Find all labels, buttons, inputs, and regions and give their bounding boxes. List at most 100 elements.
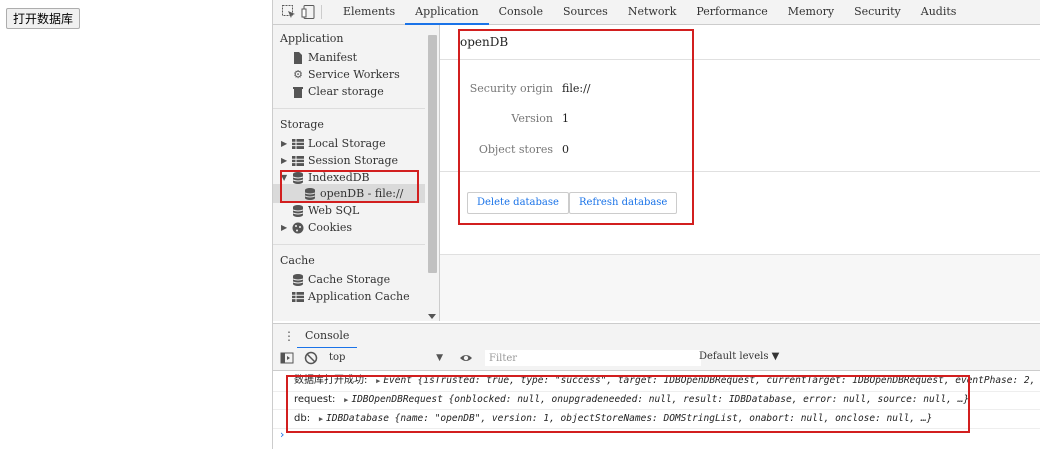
devtools-panel: Elements Application Console Sources Net… xyxy=(272,0,1040,449)
application-sidebar: Application Manifest ⚙ Service Workers C… xyxy=(273,25,440,321)
object-stores-value: 0 xyxy=(562,143,569,156)
delete-database-button[interactable]: Delete database xyxy=(467,192,569,214)
sidebar-item-label: Manifest xyxy=(308,51,358,64)
console-message-object: Event {isTrusted: true, type: "success",… xyxy=(383,375,1040,386)
sidebar-scrollbar[interactable] xyxy=(426,25,439,321)
drawer-tabbar: ⋮ Console xyxy=(273,323,1040,349)
database-icon xyxy=(291,204,305,218)
sidebar-item-cookies[interactable]: ▶ Cookies xyxy=(281,219,352,236)
toggle-sidebar-icon[interactable] xyxy=(280,351,294,365)
console-message[interactable]: 数据库打开成功: ▶ Event {isTrusted: true, type: … xyxy=(294,372,1040,390)
sidebar-divider xyxy=(273,244,425,245)
console-prompt-icon[interactable]: › xyxy=(280,428,284,441)
sidebar-item-session-storage[interactable]: ▶ Session Storage xyxy=(281,152,398,169)
sidebar-item-label: Web SQL xyxy=(308,204,360,217)
sidebar-item-label: openDB - file:// xyxy=(320,187,404,200)
sidebar-item-cache-storage[interactable]: Cache Storage xyxy=(291,271,390,288)
device-toolbar-icon[interactable] xyxy=(301,4,317,20)
header-divider xyxy=(440,59,1040,60)
expand-arrow-icon[interactable]: ▶ xyxy=(281,152,291,169)
database-icon xyxy=(291,273,305,287)
tab-application[interactable]: Application xyxy=(405,0,490,25)
security-origin-label: Security origin xyxy=(469,82,553,95)
sidebar-item-manifest[interactable]: Manifest xyxy=(291,49,357,66)
sidebar-item-label: Application Cache xyxy=(308,290,410,303)
tab-security[interactable]: Security xyxy=(844,0,911,24)
expand-arrow-icon[interactable]: ▶ xyxy=(281,135,291,152)
console-message-label: 数据库打开成功: xyxy=(294,375,368,386)
sidebar-item-label: Cache Storage xyxy=(308,273,391,286)
trash-icon xyxy=(291,85,305,99)
tab-memory[interactable]: Memory xyxy=(778,0,844,24)
file-icon xyxy=(291,51,305,65)
console-toolbar: top ▼ Default levels ▼ xyxy=(273,348,1040,371)
console-message[interactable]: request: ▶ IDBOpenDBRequest {onblocked: n… xyxy=(294,391,969,409)
console-message-object: IDBDatabase {name: "openDB", version: 1,… xyxy=(326,413,933,424)
devtools-tabbar: Elements Application Console Sources Net… xyxy=(273,0,1040,25)
expand-object-icon[interactable]: ▶ xyxy=(376,377,380,385)
live-expression-eye-icon[interactable] xyxy=(459,351,473,365)
sidebar-item-local-storage[interactable]: ▶ Local Storage xyxy=(281,135,386,152)
sidebar-item-indexeddb[interactable]: ▼ IndexedDB xyxy=(281,169,370,186)
tab-elements[interactable]: Elements xyxy=(333,0,405,24)
drawer-tab-console[interactable]: Console xyxy=(297,324,358,349)
expand-arrow-icon[interactable]: ▶ xyxy=(281,219,291,236)
context-value: top xyxy=(329,352,346,363)
empty-data-area xyxy=(440,255,1040,321)
toolbar-divider xyxy=(321,5,322,19)
inspect-element-icon[interactable] xyxy=(281,4,297,20)
indexeddb-detail-panel: openDB Security origin file:// Version 1… xyxy=(440,25,1040,321)
refresh-database-button[interactable]: Refresh database xyxy=(569,192,678,214)
context-selector[interactable]: top ▼ xyxy=(329,350,443,366)
sidebar-item-service-workers[interactable]: ⚙ Service Workers xyxy=(291,66,400,83)
grid-icon xyxy=(291,290,305,304)
sidebar-item-label: Service Workers xyxy=(308,68,400,81)
tab-console[interactable]: Console xyxy=(489,0,553,24)
sidebar-item-application-cache[interactable]: Application Cache xyxy=(291,288,410,305)
database-icon xyxy=(291,171,305,185)
more-options-icon[interactable]: ⋮ xyxy=(283,329,295,343)
tab-performance[interactable]: Performance xyxy=(686,0,777,24)
sidebar-item-clear-storage[interactable]: Clear storage xyxy=(291,83,384,100)
sidebar-item-opendb[interactable]: openDB - file:// xyxy=(303,185,403,202)
sidebar-item-label: Local Storage xyxy=(308,137,386,150)
scroll-down-arrow-icon[interactable] xyxy=(428,314,436,319)
object-stores-label: Object stores xyxy=(478,143,553,156)
collapse-arrow-icon[interactable]: ▼ xyxy=(281,169,291,186)
grid-icon xyxy=(291,154,305,168)
clear-console-icon[interactable] xyxy=(304,351,318,365)
sidebar-item-web-sql[interactable]: Web SQL xyxy=(291,202,359,219)
console-filter-input[interactable] xyxy=(485,350,701,366)
database-title: openDB xyxy=(460,35,509,49)
section-title-cache: Cache xyxy=(280,254,315,267)
scrollbar-thumb[interactable] xyxy=(428,35,437,273)
database-icon xyxy=(303,187,317,201)
security-origin-value: file:// xyxy=(562,82,591,95)
console-message-label: db: xyxy=(294,413,311,424)
tab-audits[interactable]: Audits xyxy=(911,0,967,24)
tab-sources[interactable]: Sources xyxy=(553,0,618,24)
console-message-object: IDBOpenDBRequest {onblocked: null, onupg… xyxy=(351,394,970,405)
open-database-button[interactable]: 打开数据库 xyxy=(6,8,81,29)
console-message-label: request: xyxy=(294,394,336,405)
version-label: Version xyxy=(511,112,553,125)
console-output: 数据库打开成功: ▶ Event {isTrusted: true, type: … xyxy=(273,371,1040,449)
console-divider xyxy=(273,428,1040,429)
sidebar-divider xyxy=(273,108,425,109)
gear-icon: ⚙ xyxy=(293,68,303,81)
cookie-icon xyxy=(291,221,305,235)
expand-object-icon[interactable]: ▶ xyxy=(344,396,348,404)
expand-object-icon[interactable]: ▶ xyxy=(319,415,323,423)
dropdown-caret-icon: ▼ xyxy=(436,353,443,363)
section-divider xyxy=(440,171,1040,172)
section-title-application: Application xyxy=(280,32,344,45)
sidebar-item-label: IndexedDB xyxy=(308,171,370,184)
devtools-tabs: Elements Application Console Sources Net… xyxy=(333,0,967,25)
sidebar-item-label: Clear storage xyxy=(308,85,384,98)
console-message[interactable]: db: ▶ IDBDatabase {name: "openDB", versio… xyxy=(294,410,932,428)
sidebar-item-label: Session Storage xyxy=(308,154,399,167)
sidebar-item-label: Cookies xyxy=(308,221,352,234)
grid-icon xyxy=(291,137,305,151)
log-levels-dropdown[interactable]: Default levels ▼ xyxy=(699,351,779,362)
tab-network[interactable]: Network xyxy=(618,0,687,24)
